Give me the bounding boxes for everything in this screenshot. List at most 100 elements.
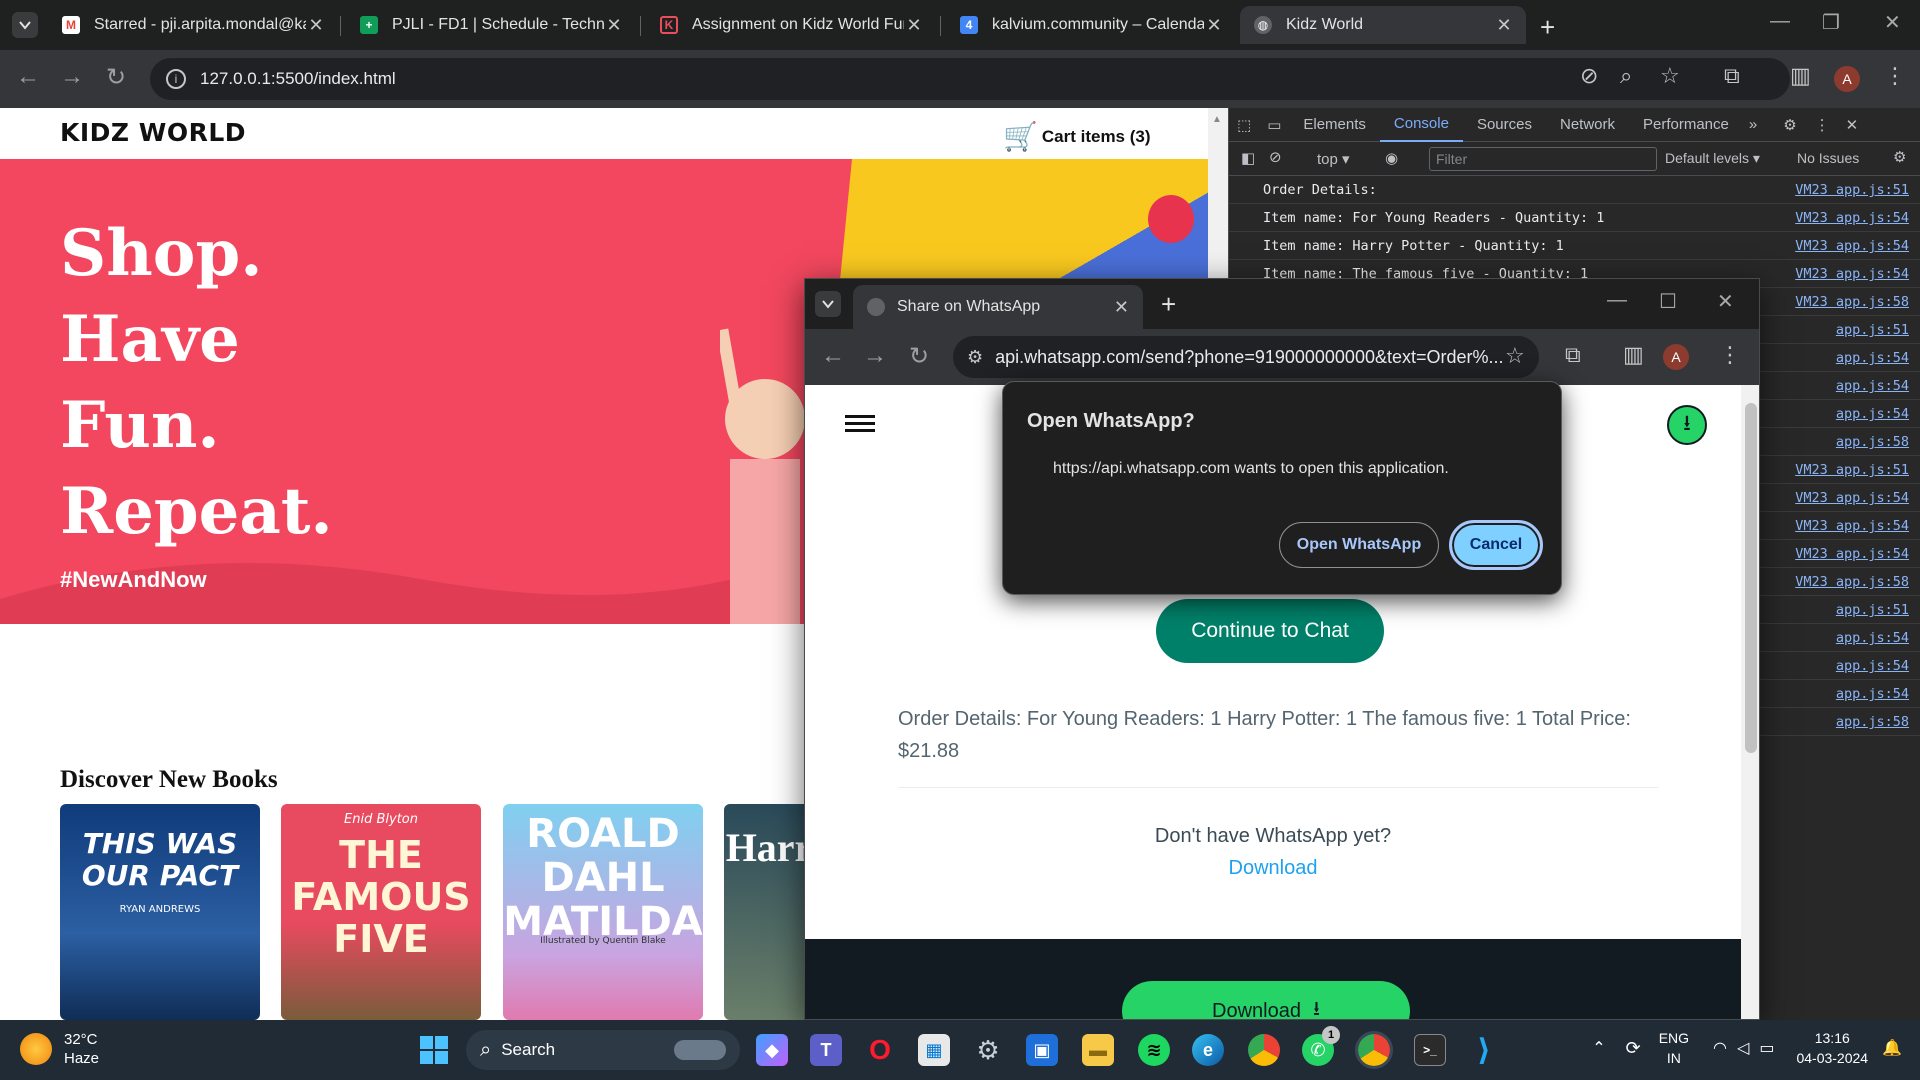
chrome-profile-icon[interactable] [1355,1031,1393,1069]
source-link[interactable]: app.js:54 [1836,658,1909,674]
download-link[interactable]: Download [805,857,1741,880]
site-logo[interactable]: KIDZ WORLD [60,118,246,147]
source-link[interactable]: VM23 app.js:58 [1795,294,1909,310]
tab-kidz-world[interactable]: ◍ Kidz World ✕ [1240,6,1526,44]
source-link[interactable]: app.js:54 [1836,350,1909,366]
side-panel-icon[interactable]: ▥ [1790,63,1811,89]
book-card[interactable]: THIS WAS OUR PACT RYAN ANDREWS [60,804,260,1020]
devtools-menu-icon[interactable]: ⋮ [1807,108,1838,142]
close-icon[interactable]: ✕ [1204,15,1224,36]
restore-button[interactable]: ☐ [1659,289,1677,314]
source-link[interactable]: app.js:54 [1836,406,1909,422]
language-indicator[interactable]: ENG IN [1659,1028,1689,1068]
photos-icon[interactable]: ▣ [1026,1034,1058,1066]
tab-share-whatsapp[interactable]: Share on WhatsApp ✕ [853,285,1143,329]
log-levels-dropdown[interactable]: Default levels ▾ [1665,150,1760,167]
console-settings-icon[interactable]: ⚙ [1893,148,1906,166]
clear-console-icon[interactable]: ⊘ [1269,148,1282,166]
camera-blocked-icon[interactable]: ⊘ [1580,63,1598,89]
source-link[interactable]: app.js:51 [1836,602,1909,618]
settings-gear-icon[interactable]: ⚙ [1773,108,1806,142]
copilot-icon[interactable]: ◆ [756,1034,788,1066]
tab-calendar[interactable]: 4 kalvium.community – Calendar ✕ [946,6,1236,44]
tab-elements[interactable]: Elements [1289,108,1380,142]
volume-icon[interactable]: ◁ [1737,1038,1749,1058]
battery-icon[interactable]: ▭ [1759,1038,1774,1058]
address-bar[interactable]: i 127.0.0.1:5500/index.html [150,58,1790,100]
close-devtools-icon[interactable]: ✕ [1838,108,1867,142]
inspect-icon[interactable]: ⬚ [1229,108,1259,142]
close-window-button[interactable]: ✕ [1717,289,1734,314]
menu-icon[interactable]: ⋮ [1719,342,1741,368]
opera-icon[interactable]: O [864,1034,896,1066]
minimize-button[interactable]: — [1770,10,1790,33]
source-link[interactable]: VM23 app.js:51 [1795,462,1909,478]
popup-scrollbar[interactable] [1741,385,1759,1019]
popup-tab-search-button[interactable] [815,291,841,317]
scrollbar-thumb[interactable] [1745,403,1757,753]
cart-button[interactable]: 🛒 Cart items (3) [1003,120,1151,153]
scroll-up-arrow[interactable]: ▲ [1212,114,1222,125]
minimize-button[interactable]: — [1607,289,1627,312]
extensions-icon[interactable]: ⧉ [1565,342,1581,368]
source-link[interactable]: app.js:54 [1836,378,1909,394]
continue-to-chat-button[interactable]: Continue to Chat [1156,599,1384,663]
side-panel-icon[interactable]: ▥ [1623,342,1644,368]
whatsapp-icon[interactable]: ✆ 1 [1302,1026,1340,1066]
download-button[interactable]: Download ⭳ [1122,981,1410,1019]
issues-counter[interactable]: No Issues [1797,150,1859,166]
menu-icon[interactable]: ⋮ [1884,63,1906,89]
tab-search-button[interactable] [12,12,38,38]
source-link[interactable]: VM23 app.js:58 [1795,574,1909,590]
terminal-icon[interactable]: >_ [1414,1034,1446,1066]
hamburger-menu-icon[interactable] [845,415,875,436]
store-icon[interactable]: ▦ [918,1034,950,1066]
close-window-button[interactable]: ✕ [1884,10,1901,35]
extensions-icon[interactable]: ⧉ [1724,63,1740,89]
back-button[interactable]: ← [16,63,40,91]
bookmark-star-icon[interactable]: ☆ [1660,63,1680,89]
device-toggle-icon[interactable]: ▭ [1259,108,1289,142]
chevron-up-icon[interactable]: ⌃ [1592,1038,1605,1058]
taskbar-search[interactable]: ⌕ Search [466,1030,740,1070]
tab-network[interactable]: Network [1546,108,1629,142]
book-card[interactable]: Enid Blyton THE FAMOUS FIVE [281,804,481,1020]
tab-gmail[interactable]: M Starred - pji.arpita.mondal@kal ✕ [48,6,338,44]
weather-widget[interactable]: 32°C Haze [20,1030,99,1068]
book-card[interactable]: ROALD DAHL MATILDA Illustrated by Quenti… [503,804,703,1020]
new-tab-button[interactable]: + [1540,12,1555,43]
teams-icon[interactable]: T [810,1034,842,1066]
source-link[interactable]: VM23 app.js:54 [1795,490,1909,506]
forward-button[interactable]: → [60,63,84,91]
source-link[interactable]: VM23 app.js:54 [1795,210,1909,226]
sidebar-toggle-icon[interactable]: ◧ [1241,149,1255,167]
profile-avatar[interactable]: A [1663,344,1689,370]
tab-assignment[interactable]: K Assignment on Kidz World Func ✕ [646,6,936,44]
spotify-icon[interactable]: ≋ [1138,1034,1170,1066]
source-link[interactable]: app.js:58 [1836,434,1909,450]
tab-performance[interactable]: Performance [1629,108,1743,142]
zoom-icon[interactable]: ⌕ [1620,63,1632,89]
eye-icon[interactable]: ◉ [1385,149,1398,167]
more-tabs-icon[interactable]: » [1743,108,1763,142]
clock[interactable]: 13:16 04-03-2024 [1796,1028,1868,1068]
edge-icon[interactable]: e [1192,1034,1224,1066]
site-settings-icon[interactable]: ⚙ [967,347,983,368]
source-link[interactable]: app.js:51 [1836,322,1909,338]
console-filter-input[interactable]: Filter [1429,147,1657,171]
tab-sources[interactable]: Sources [1463,108,1546,142]
file-explorer-icon[interactable]: ▬ [1082,1034,1114,1066]
close-icon[interactable]: ✕ [1494,15,1514,36]
tab-console[interactable]: Console [1379,108,1463,142]
close-icon[interactable]: ✕ [1114,297,1129,318]
tab-schedule[interactable]: + PJLI - FD1 | Schedule - Technica ✕ [346,6,636,44]
sync-icon[interactable]: ⟳ [1626,1038,1641,1059]
source-link[interactable]: VM23 app.js:51 [1795,182,1909,198]
cancel-button[interactable]: Cancel [1449,520,1543,570]
source-link[interactable]: app.js:54 [1836,686,1909,702]
source-link[interactable]: VM23 app.js:54 [1795,266,1909,282]
source-link[interactable]: VM23 app.js:54 [1795,518,1909,534]
popup-address-bar[interactable]: ⚙ api.whatsapp.com/send?phone=9190000000… [953,336,1539,378]
context-selector[interactable]: top ▾ [1317,150,1350,168]
forward-button[interactable]: → [863,342,887,370]
